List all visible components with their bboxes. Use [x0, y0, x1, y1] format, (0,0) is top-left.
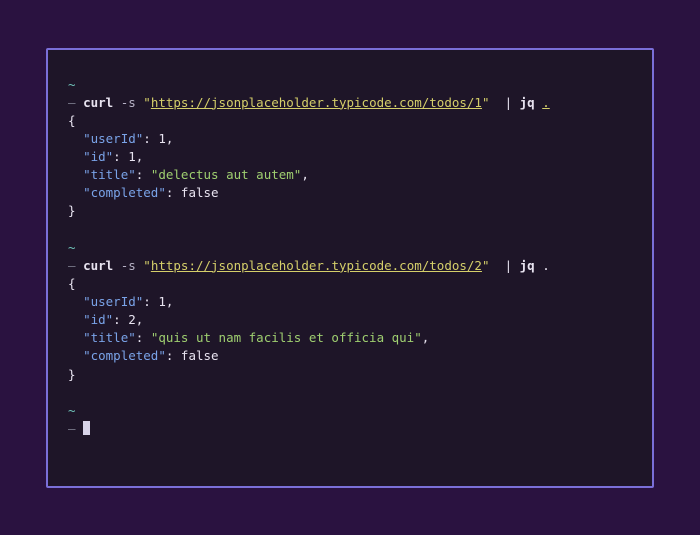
json-row: "userId": 1,: [68, 293, 632, 311]
command-line: — curl -s "https://jsonplaceholder.typic…: [68, 257, 632, 275]
url-link[interactable]: https://jsonplaceholder.typicode.com/tod…: [151, 95, 482, 110]
active-prompt[interactable]: —: [68, 420, 632, 438]
json-row: "title": "quis ut nam facilis et officia…: [68, 329, 632, 347]
command-line: — curl -s "https://jsonplaceholder.typic…: [68, 94, 632, 112]
prompt-tilde: ~: [68, 402, 632, 420]
terminal-window[interactable]: ~ — curl -s "https://jsonplaceholder.typ…: [46, 48, 654, 488]
json-open: {: [68, 112, 632, 130]
json-row: "title": "delectus aut autem",: [68, 166, 632, 184]
json-row: "completed": false: [68, 184, 632, 202]
prompt-tilde: ~: [68, 76, 632, 94]
prompt-tilde: ~: [68, 239, 632, 257]
json-row: "userId": 1,: [68, 130, 632, 148]
json-close: }: [68, 202, 632, 220]
json-open: {: [68, 275, 632, 293]
url-link[interactable]: https://jsonplaceholder.typicode.com/tod…: [151, 258, 482, 273]
json-row: "id": 2,: [68, 311, 632, 329]
json-row: "id": 1,: [68, 148, 632, 166]
json-close: }: [68, 366, 632, 384]
json-row: "completed": false: [68, 347, 632, 365]
blank-line: [68, 221, 632, 239]
blank-line: [68, 384, 632, 402]
cursor: [83, 421, 90, 435]
